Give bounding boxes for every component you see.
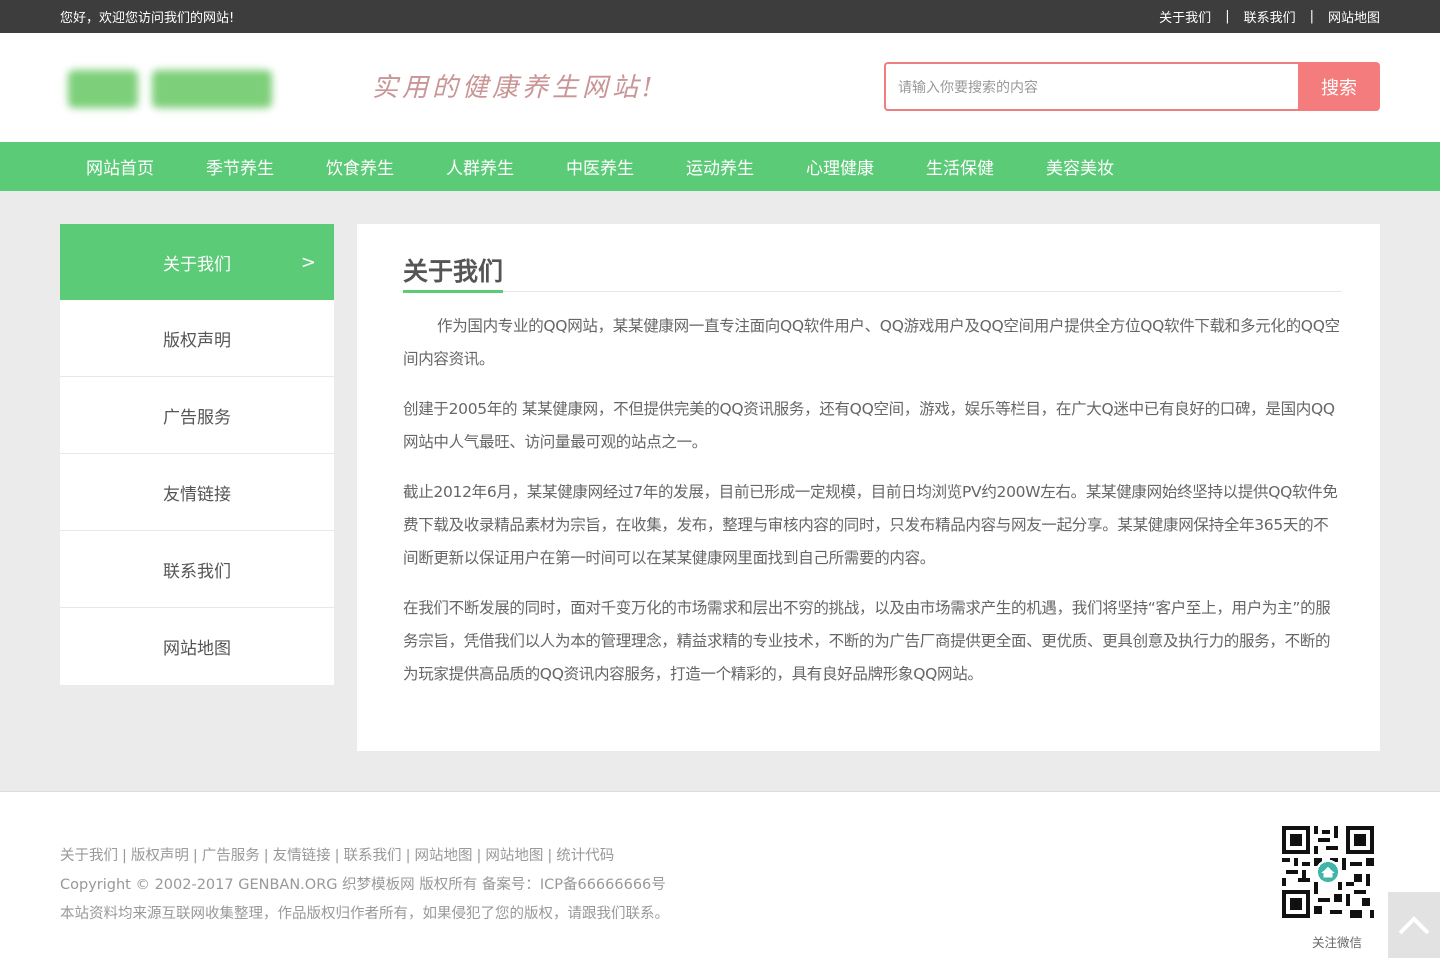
sidebar: 关于我们 > 版权声明 广告服务 友情链接 联系我们 网站地图 — [60, 224, 334, 685]
welcome-text: 您好，欢迎您访问我们的网站! — [60, 11, 235, 26]
footer-link-separator: | — [547, 848, 553, 864]
top-link-contact[interactable]: 联系我们 — [1244, 7, 1296, 26]
sidebar-item-links[interactable]: 友情链接 — [60, 454, 334, 531]
sidebar-item-about[interactable]: 关于我们 > — [60, 224, 334, 300]
footer-link-links[interactable]: 友情链接 — [273, 848, 331, 864]
content-panel: 关于我们 作为国内专业的QQ网站，某某健康网一直专注面向QQ软件用户、QQ游戏用… — [357, 224, 1380, 751]
footer-link-sitemap[interactable]: 网站地图 — [414, 848, 472, 864]
nav-item-season[interactable]: 季节养生 — [180, 154, 300, 179]
footer-link-contact[interactable]: 联系我们 — [344, 848, 402, 864]
top-links: 关于我们 | 联系我们 | 网站地图 — [1159, 7, 1380, 26]
content-header: 关于我们 — [403, 256, 1342, 293]
top-link-sitemap[interactable]: 网站地图 — [1328, 7, 1380, 26]
sidebar-item-label: 广告服务 — [163, 407, 231, 428]
nav-item-mental[interactable]: 心理健康 — [780, 154, 900, 179]
footer-link-about[interactable]: 关于我们 — [60, 848, 118, 864]
chevron-right-icon: > — [300, 251, 316, 273]
header: 实用的健康养生网站! 搜索 — [0, 33, 1440, 142]
qr-label: 关注微信 — [1311, 935, 1362, 950]
qr-code-icon — [1282, 826, 1374, 918]
top-link-about[interactable]: 关于我们 — [1159, 7, 1211, 26]
sidebar-item-sitemap[interactable]: 网站地图 — [60, 608, 334, 685]
sidebar-item-label: 网站地图 — [163, 639, 231, 659]
nav-item-tcm[interactable]: 中医养生 — [540, 154, 660, 179]
nav-item-sports[interactable]: 运动养生 — [660, 154, 780, 179]
nav-item-life[interactable]: 生活保健 — [900, 154, 1020, 179]
footer-link-copyright[interactable]: 版权声明 — [131, 848, 189, 864]
search-input[interactable] — [884, 62, 1298, 111]
copyright-text: Copyright © 2002-2017 GENBAN.ORG 织梦模板网 版… — [60, 877, 666, 893]
sidebar-item-contact[interactable]: 联系我们 — [60, 531, 334, 608]
nav-item-people[interactable]: 人群养生 — [420, 154, 540, 179]
sidebar-item-label: 联系我们 — [163, 561, 231, 582]
content-paragraph: 截止2012年6月，某某健康网经过7年的发展，目前已形成一定规模，目前日均浏览P… — [403, 483, 1338, 567]
back-to-top-button[interactable] — [1388, 892, 1440, 958]
content-paragraph: 在我们不断发展的同时，面对千变万化的市场需求和层出不穷的挑战，以及由市场需求产生… — [403, 599, 1331, 683]
footer-link-stats[interactable]: 统计代码 — [556, 848, 614, 864]
content-paragraph: 创建于2005年的 某某健康网，不但提供完美的QQ资讯服务，还有QQ空间，游戏，… — [403, 400, 1335, 451]
page-title: 关于我们 — [403, 256, 504, 293]
sidebar-item-copyright[interactable]: 版权声明 — [60, 300, 334, 377]
top-link-separator: | — [1309, 9, 1314, 24]
nav-item-beauty[interactable]: 美容美妆 — [1020, 154, 1140, 179]
site-logo[interactable] — [68, 63, 290, 115]
top-link-separator: | — [1225, 9, 1230, 24]
sidebar-item-label: 关于我们 — [163, 254, 231, 275]
site-slogan: 实用的健康养生网站! — [372, 73, 657, 103]
footer-link-separator: | — [405, 848, 411, 864]
footer-link-ads[interactable]: 广告服务 — [202, 848, 260, 864]
footer-link-separator: | — [192, 848, 198, 864]
copyright-notice: 本站资料均来源互联网收集整理，作品版权归作者所有，如果侵犯了您的版权，请跟我们联… — [60, 906, 669, 922]
sidebar-item-label: 版权声明 — [163, 330, 231, 351]
nav-item-diet[interactable]: 饮食养生 — [300, 154, 420, 179]
top-bar: 您好，欢迎您访问我们的网站! 关于我们 | 联系我们 | 网站地图 — [0, 0, 1440, 33]
main-nav: 网站首页 季节养生 饮食养生 人群养生 中医养生 运动养生 心理健康 生活保健 … — [0, 142, 1440, 191]
sidebar-item-ads[interactable]: 广告服务 — [60, 377, 334, 454]
footer-link-separator: | — [263, 848, 269, 864]
content-paragraph: 作为国内专业的QQ网站，某某健康网一直专注面向QQ软件用户、QQ游戏用户及QQ空… — [403, 317, 1340, 368]
main-area: 关于我们 > 版权声明 广告服务 友情链接 联系我们 网站地图 关于我们 作为国… — [60, 224, 1380, 751]
footer: 关于我们 | 版权声明 | 广告服务 | 友情链接 | 联系我们 | 网站地图 | 网站地图 | 统计代码 … — [0, 791, 1440, 970]
chevron-up-icon — [1398, 916, 1430, 935]
footer-link-separator: | — [334, 848, 340, 864]
footer-links: 关于我们 | 版权声明 | 广告服务 | 友情链接 | 联系我们 | 网站地图 | 网站地图 | 统计代码 — [60, 844, 614, 865]
footer-link-sitemap-2[interactable]: 网站地图 — [485, 848, 543, 864]
search-form: 搜索 — [884, 62, 1380, 111]
sidebar-item-label: 友情链接 — [163, 484, 231, 505]
search-button[interactable]: 搜索 — [1298, 62, 1380, 111]
nav-item-home[interactable]: 网站首页 — [60, 154, 180, 179]
footer-link-separator: | — [476, 848, 482, 864]
footer-link-separator: | — [122, 848, 127, 864]
